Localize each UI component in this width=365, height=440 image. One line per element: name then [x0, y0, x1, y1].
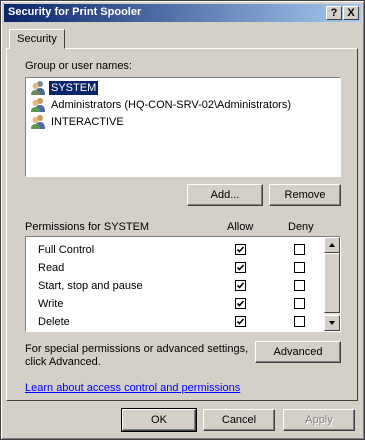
- list-item-label: SYSTEM: [49, 81, 99, 95]
- scroll-down-button[interactable]: [324, 315, 340, 331]
- remove-button[interactable]: Remove: [269, 184, 341, 206]
- permission-row: Full Control: [26, 242, 324, 260]
- advanced-hint-line1: For special permissions or advanced sett…: [25, 343, 249, 355]
- ok-button[interactable]: OK: [121, 408, 197, 432]
- deny-checkbox-read[interactable]: [294, 262, 305, 273]
- permission-name: Read: [38, 262, 65, 274]
- group-or-user-names-label: Group or user names:: [25, 60, 132, 72]
- allow-checkbox-start-stop-pause[interactable]: [235, 280, 246, 291]
- advanced-button[interactable]: Advanced: [255, 341, 341, 363]
- title-bar[interactable]: Security for Print Spooler ? X: [4, 4, 361, 22]
- allow-checkbox-read[interactable]: [235, 262, 246, 273]
- permission-row: Start, stop and pause: [26, 278, 324, 296]
- user-group-icon: [30, 80, 46, 96]
- security-dialog: Security for Print Spooler ? X Security …: [0, 0, 365, 440]
- permission-row: Write: [26, 296, 324, 314]
- apply-button[interactable]: Apply: [283, 409, 355, 431]
- access-control-help-link[interactable]: Learn about access control and permissio…: [25, 382, 240, 394]
- deny-checkbox-delete[interactable]: [294, 316, 305, 327]
- group-user-list[interactable]: SYSTEM Administrators (HQ-CON-SRV-02\Adm…: [25, 77, 341, 177]
- list-item-system[interactable]: SYSTEM: [30, 80, 338, 96]
- tab-security[interactable]: Security: [9, 29, 65, 49]
- arrow-up-icon: [329, 243, 335, 247]
- allow-checkbox-delete[interactable]: [235, 316, 246, 327]
- cancel-button[interactable]: Cancel: [203, 409, 275, 431]
- permission-name: Start, stop and pause: [38, 280, 143, 292]
- permission-name: Delete: [38, 316, 70, 328]
- deny-checkbox-start-stop-pause[interactable]: [294, 280, 305, 291]
- help-button[interactable]: ?: [326, 6, 342, 20]
- user-group-icon: [30, 97, 46, 113]
- close-button[interactable]: X: [343, 6, 359, 20]
- permission-name: Full Control: [38, 244, 95, 256]
- add-button[interactable]: Add...: [187, 184, 263, 206]
- allow-checkbox-write[interactable]: [235, 298, 246, 309]
- permission-row: Read: [26, 260, 324, 278]
- permissions-list[interactable]: Full Control Read Start, stop and pause …: [25, 236, 341, 332]
- scroll-up-button[interactable]: [324, 237, 340, 253]
- advanced-hint-line2: click Advanced.: [25, 356, 101, 368]
- scroll-thumb[interactable]: [324, 253, 340, 313]
- list-item-interactive[interactable]: INTERACTIVE: [30, 114, 338, 130]
- allow-column-header: Allow: [227, 221, 254, 233]
- list-item-label: Administrators (HQ-CON-SRV-02\Administra…: [51, 99, 292, 111]
- window-title: Security for Print Spooler: [8, 6, 142, 18]
- deny-column-header: Deny: [288, 221, 314, 233]
- deny-checkbox-full-control[interactable]: [294, 244, 305, 255]
- list-item-label: INTERACTIVE: [51, 116, 124, 128]
- arrow-down-icon: [329, 321, 335, 325]
- user-group-icon: [30, 114, 46, 130]
- permissions-header: Permissions for SYSTEM: [25, 221, 150, 233]
- list-item-administrators[interactable]: Administrators (HQ-CON-SRV-02\Administra…: [30, 97, 338, 113]
- deny-checkbox-write[interactable]: [294, 298, 305, 309]
- permission-name: Write: [38, 298, 64, 310]
- allow-checkbox-full-control[interactable]: [235, 244, 246, 255]
- permission-row: Delete: [26, 314, 324, 332]
- permissions-scrollbar[interactable]: [324, 237, 340, 331]
